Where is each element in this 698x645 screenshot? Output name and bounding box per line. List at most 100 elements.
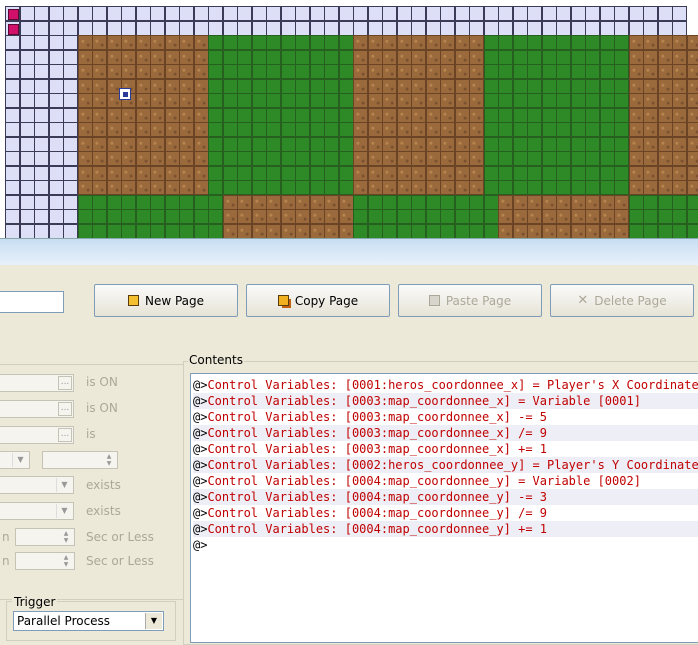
grid-tile[interactable] <box>63 50 78 65</box>
grid-tile[interactable] <box>614 21 629 36</box>
dirt-tile[interactable] <box>194 180 209 195</box>
copy-page-button[interactable]: Copy Page <box>246 284 390 317</box>
dirt-tile[interactable] <box>426 35 441 50</box>
delete-page-button[interactable]: ✕ Delete Page <box>550 284 694 317</box>
dirt-tile[interactable] <box>223 195 238 210</box>
dirt-tile[interactable] <box>179 93 194 108</box>
dirt-tile[interactable] <box>295 195 310 210</box>
grid-tile[interactable] <box>34 50 49 65</box>
dirt-tile[interactable] <box>179 151 194 166</box>
grid-tile[interactable] <box>469 6 484 21</box>
grid-tile[interactable] <box>34 79 49 94</box>
grass-tile[interactable] <box>310 151 325 166</box>
dirt-tile[interactable] <box>92 79 107 94</box>
grass-tile[interactable] <box>179 224 194 238</box>
grass-tile[interactable] <box>92 224 107 238</box>
dirt-tile[interactable] <box>136 137 151 152</box>
dirt-tile[interactable] <box>150 122 165 137</box>
grass-tile[interactable] <box>310 35 325 50</box>
grass-tile[interactable] <box>78 209 93 224</box>
dirt-tile[interactable] <box>165 35 180 50</box>
dirt-tile[interactable] <box>252 195 267 210</box>
dirt-tile[interactable] <box>411 151 426 166</box>
grass-tile[interactable] <box>527 79 542 94</box>
grass-tile[interactable] <box>266 79 281 94</box>
dirt-tile[interactable] <box>107 64 122 79</box>
grass-tile[interactable] <box>411 209 426 224</box>
dirt-tile[interactable] <box>368 180 383 195</box>
grass-tile[interactable] <box>252 180 267 195</box>
dirt-tile[interactable] <box>368 79 383 94</box>
grid-tile[interactable] <box>440 21 455 36</box>
grass-tile[interactable] <box>484 166 499 181</box>
self-switch-select[interactable]: ▼ <box>0 476 74 494</box>
map-editor[interactable] <box>0 0 698 238</box>
grass-tile[interactable] <box>223 64 238 79</box>
grid-tile[interactable] <box>63 93 78 108</box>
dirt-tile[interactable] <box>687 93 698 108</box>
dirt-tile[interactable] <box>585 209 600 224</box>
grass-tile[interactable] <box>513 35 528 50</box>
dirt-tile[interactable] <box>339 195 354 210</box>
grid-tile[interactable] <box>150 6 165 21</box>
grid-tile[interactable] <box>49 224 64 238</box>
grass-tile[interactable] <box>571 64 586 79</box>
dirt-tile[interactable] <box>469 166 484 181</box>
grass-tile[interactable] <box>672 209 687 224</box>
dirt-tile[interactable] <box>614 209 629 224</box>
grid-tile[interactable] <box>63 137 78 152</box>
dirt-tile[interactable] <box>658 79 673 94</box>
dirt-tile[interactable] <box>382 93 397 108</box>
grid-tile[interactable] <box>150 21 165 36</box>
dirt-tile[interactable] <box>194 137 209 152</box>
dirt-tile[interactable] <box>78 151 93 166</box>
command-row[interactable]: @>Control Variables: [0003:map_coordonne… <box>193 409 698 425</box>
grass-tile[interactable] <box>484 64 499 79</box>
grid-tile[interactable] <box>208 21 223 36</box>
dirt-tile[interactable] <box>121 122 136 137</box>
dirt-tile[interactable] <box>426 93 441 108</box>
command-row[interactable]: @>Control Variables: [0002:heros_coordon… <box>193 457 698 473</box>
variable-value-stepper[interactable]: ▲ ▼ <box>42 451 118 469</box>
grid-tile[interactable] <box>20 166 35 181</box>
grid-tile[interactable] <box>295 6 310 21</box>
dirt-tile[interactable] <box>643 137 658 152</box>
grass-tile[interactable] <box>266 35 281 50</box>
dirt-tile[interactable] <box>382 35 397 50</box>
dirt-tile[interactable] <box>194 93 209 108</box>
event-name-input[interactable] <box>0 291 64 313</box>
grass-tile[interactable] <box>571 93 586 108</box>
grass-tile[interactable] <box>208 180 223 195</box>
grass-tile[interactable] <box>542 137 557 152</box>
command-row[interactable]: @> <box>193 537 698 553</box>
grass-tile[interactable] <box>208 224 223 238</box>
dirt-tile[interactable] <box>440 108 455 123</box>
grid-tile[interactable] <box>571 21 586 36</box>
grid-tile[interactable] <box>63 122 78 137</box>
grid-tile[interactable] <box>63 64 78 79</box>
dirt-tile[interactable] <box>136 122 151 137</box>
grass-tile[interactable] <box>600 35 615 50</box>
dirt-tile[interactable] <box>542 224 557 238</box>
dirt-tile[interactable] <box>469 151 484 166</box>
dirt-tile[interactable] <box>165 122 180 137</box>
grass-tile[interactable] <box>614 151 629 166</box>
dirt-tile[interactable] <box>469 35 484 50</box>
grass-tile[interactable] <box>585 64 600 79</box>
grid-tile[interactable] <box>20 137 35 152</box>
grass-tile[interactable] <box>310 137 325 152</box>
grass-tile[interactable] <box>556 79 571 94</box>
grass-tile[interactable] <box>571 50 586 65</box>
grass-tile[interactable] <box>643 224 658 238</box>
event-marker-icon[interactable] <box>8 24 19 35</box>
dirt-tile[interactable] <box>687 79 698 94</box>
dirt-tile[interactable] <box>368 151 383 166</box>
dirt-tile[interactable] <box>266 195 281 210</box>
grass-tile[interactable] <box>542 180 557 195</box>
grass-tile[interactable] <box>440 224 455 238</box>
dirt-tile[interactable] <box>382 64 397 79</box>
dirt-tile[interactable] <box>194 151 209 166</box>
dirt-tile[interactable] <box>92 50 107 65</box>
grass-tile[interactable] <box>426 224 441 238</box>
grass-tile[interactable] <box>643 195 658 210</box>
